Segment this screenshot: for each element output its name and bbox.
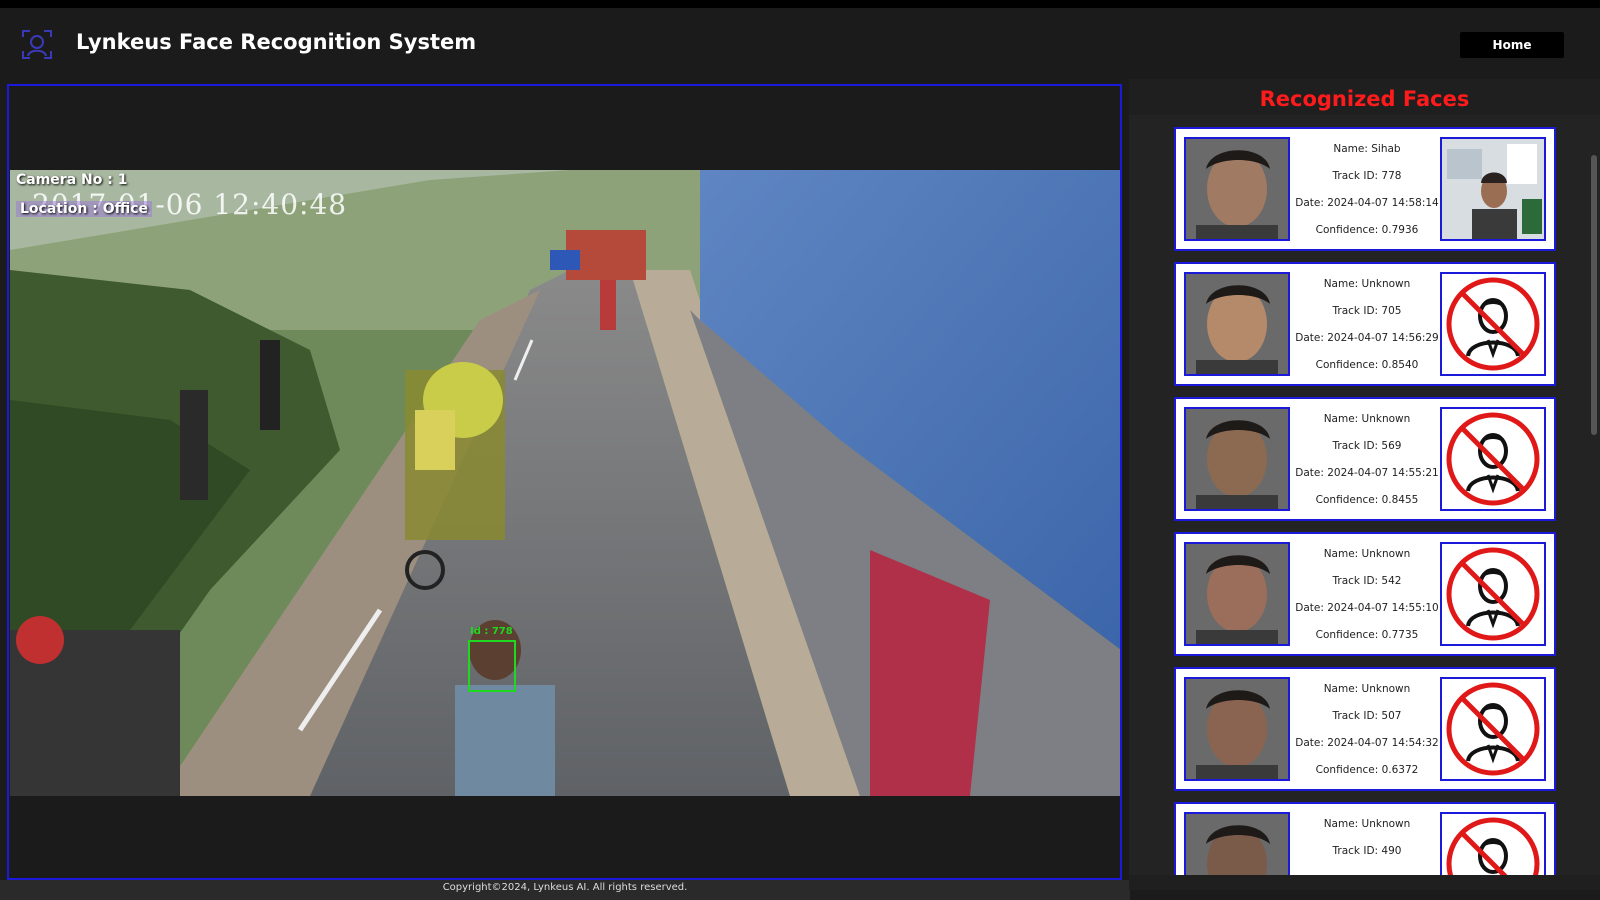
app-header: Lynkeus Face Recognition System Home — [0, 8, 1600, 78]
recognized-faces-list[interactable]: Name: Sihab Track ID: 778 Date: 2024-04-07… — [1129, 115, 1600, 875]
face-date-text: Date: 2024-04-07 14:58:14 — [1295, 197, 1439, 209]
face-date-text — [1294, 865, 1440, 875]
face-card-info: Name: Unknown Track ID: 542 Date: 2024-04-… — [1294, 534, 1440, 654]
face-date-text: Date: 2024-04-07 14:55:21 — [1295, 467, 1439, 479]
unknown-person-icon — [1440, 407, 1546, 511]
camera-location-label: Location : Office — [16, 201, 153, 217]
face-card-info: Name: Unknown Track ID: 705 Date: 2024-04-… — [1294, 264, 1440, 384]
face-crop-image — [1184, 137, 1290, 241]
face-scan-icon — [20, 27, 54, 61]
face-card-info: Name: Sihab Track ID: 778 Date: 2024-04-07… — [1294, 129, 1440, 249]
face-date-text: Date: 2024-04-07 14:54:32 — [1295, 737, 1439, 749]
list-scrollbar[interactable] — [1591, 155, 1597, 435]
unknown-person-icon — [1440, 677, 1546, 781]
recognized-faces-title: Recognized Faces — [1259, 87, 1470, 111]
face-track-id-text: Track ID: 507 — [1332, 710, 1402, 722]
face-name-text: Name: Unknown — [1323, 683, 1411, 695]
window-top-strip — [0, 0, 1600, 8]
street-scene-image — [10, 170, 1120, 796]
recognized-faces-panel: Recognized Faces Name: Sihab Track ID: 77… — [1129, 79, 1600, 890]
face-crop-image — [1184, 272, 1290, 376]
face-card-info: Name: Unknown Track ID: 507 Date: 2024-04-… — [1294, 669, 1440, 789]
copyright-text: Copyright©2024, Lynkeus AI. All rights r… — [442, 882, 688, 893]
face-confidence-text: Confidence: 0.7735 — [1315, 629, 1419, 641]
face-confidence-text: Confidence: 0.6372 — [1315, 764, 1419, 776]
face-card[interactable]: Name: Unknown Track ID: 542 Date: 2024-04-… — [1174, 532, 1556, 656]
face-track-id-text: Track ID: 705 — [1332, 305, 1402, 317]
face-card[interactable]: Name: Unknown Track ID: 490 — [1174, 802, 1556, 875]
face-track-id-text: Track ID: 542 — [1332, 575, 1402, 587]
face-name-text: Name: Unknown — [1323, 413, 1411, 425]
home-button[interactable]: Home — [1460, 32, 1564, 58]
face-confidence-text: Confidence: 0.8455 — [1315, 494, 1419, 506]
camera-feed-frame: 2017-01-06 12:40:48 Camera No : 1 Locati… — [10, 170, 1120, 796]
face-card[interactable]: Name: Sihab Track ID: 778 Date: 2024-04-07… — [1174, 127, 1556, 251]
camera-feed-panel: 2017-01-06 12:40:48 Camera No : 1 Locati… — [7, 84, 1122, 880]
face-crop-image — [1184, 677, 1290, 781]
unknown-person-icon — [1440, 812, 1546, 875]
face-card[interactable]: Name: Unknown Track ID: 569 Date: 2024-04-… — [1174, 397, 1556, 521]
face-crop-image — [1184, 542, 1290, 646]
face-card-info: Name: Unknown Track ID: 569 Date: 2024-04-… — [1294, 399, 1440, 519]
face-name-text: Name: Unknown — [1323, 818, 1411, 830]
face-detection-box — [468, 640, 516, 692]
face-card[interactable]: Name: Unknown Track ID: 507 Date: 2024-04-… — [1174, 667, 1556, 791]
face-date-text: Date: 2024-04-07 14:56:29 — [1295, 332, 1439, 344]
face-track-id-text: Track ID: 778 — [1332, 170, 1402, 182]
face-card[interactable]: Name: Unknown Track ID: 705 Date: 2024-04-… — [1174, 262, 1556, 386]
face-track-id-text: Track ID: 490 — [1332, 845, 1402, 857]
face-card-info: Name: Unknown Track ID: 490 — [1294, 804, 1440, 875]
app-title: Lynkeus Face Recognition System — [76, 30, 477, 54]
face-crop-image — [1184, 407, 1290, 511]
face-date-text: Date: 2024-04-07 14:55:10 — [1295, 602, 1439, 614]
unknown-person-icon — [1440, 272, 1546, 376]
camera-number-label: Camera No : 1 — [16, 172, 128, 188]
face-crop-image — [1184, 812, 1290, 875]
face-track-id-text: Track ID: 569 — [1332, 440, 1402, 452]
face-name-text: Name: Sihab — [1333, 143, 1401, 155]
face-name-text: Name: Unknown — [1323, 278, 1411, 290]
face-confidence-text: Confidence: 0.7936 — [1315, 224, 1419, 236]
unknown-person-icon — [1440, 542, 1546, 646]
matched-person-image — [1440, 137, 1546, 241]
face-confidence-text: Confidence: 0.8540 — [1315, 359, 1419, 371]
face-name-text: Name: Unknown — [1323, 548, 1411, 560]
detection-track-label: Id : 778 — [470, 626, 513, 637]
